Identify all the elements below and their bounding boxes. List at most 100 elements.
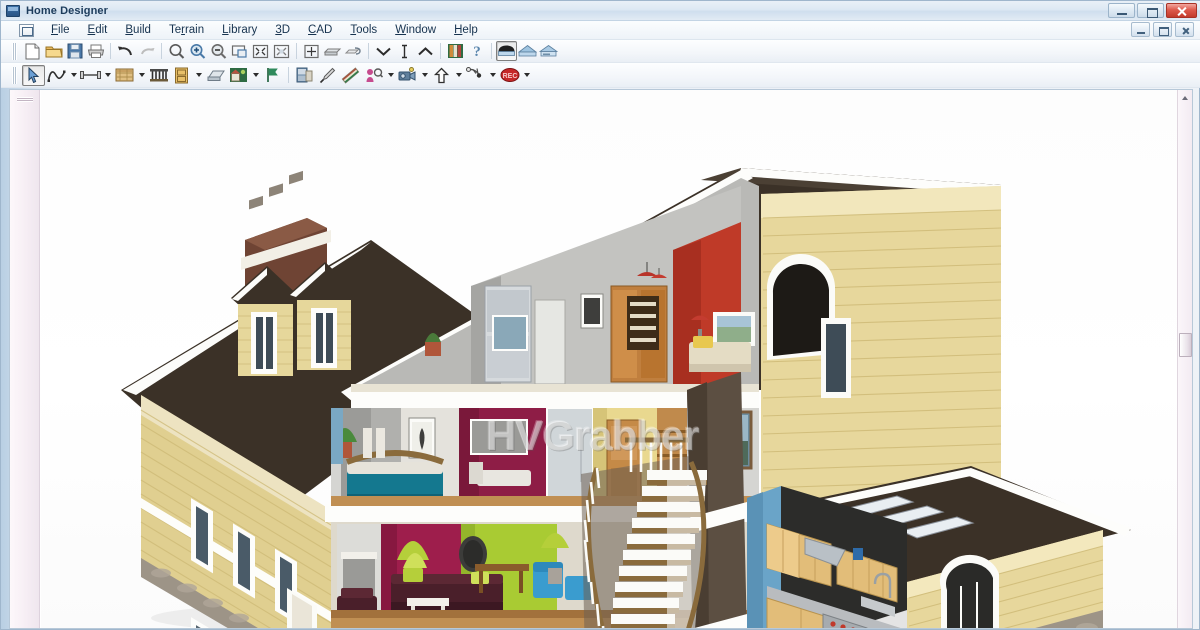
spline-button[interactable] (45, 65, 68, 86)
room-tools-dropdown-arrow-icon[interactable] (250, 65, 261, 85)
scrollbar-thumb[interactable] (1179, 333, 1192, 357)
center-view-button[interactable] (301, 41, 322, 61)
menu-item-tools[interactable]: Tools (341, 23, 386, 37)
toolbar-separator (110, 43, 111, 59)
foundation-button[interactable] (261, 65, 284, 86)
svg-text:REC: REC (502, 73, 517, 80)
menu-label-3d: D (281, 24, 291, 36)
zoom-in-button[interactable] (187, 41, 208, 61)
door-tools-dropdown-arrow-icon[interactable] (193, 65, 204, 85)
toolbar-separator (288, 67, 289, 83)
open-plan-button[interactable] (43, 41, 64, 61)
toolbar-separator (296, 43, 297, 59)
application-window: Home Designer File Edit Build Terrain Li… (0, 0, 1200, 630)
menu-item-terrain[interactable]: Terrain (160, 23, 213, 37)
undo-zoom-button[interactable] (229, 41, 250, 61)
spline-dropdown-arrow-icon[interactable] (68, 65, 79, 85)
print-button[interactable] (85, 41, 106, 61)
camera-tools-dropdown-arrow-icon[interactable] (419, 65, 430, 85)
floor-down-button[interactable] (322, 41, 343, 61)
dimension-button[interactable] (79, 65, 102, 86)
window-frame: Home Designer File Edit Build Terrain Li… (0, 0, 1200, 630)
left-vertical-toolbar[interactable] (10, 90, 40, 628)
record-dropdown-arrow-icon[interactable] (521, 65, 532, 85)
menu-item-cad[interactable]: CAD (299, 23, 341, 37)
redo-button[interactable] (136, 41, 157, 61)
toolbar-separator (161, 43, 162, 59)
fill-window-button[interactable] (250, 41, 271, 61)
full-camera-button[interactable] (496, 41, 517, 61)
standard-toolbar: ? (1, 40, 1200, 63)
cabinet-tools-button[interactable] (293, 65, 316, 86)
help-button[interactable]: ? (466, 41, 487, 61)
menu-item-help[interactable]: Help (445, 23, 487, 37)
dimension-dropdown-arrow-icon[interactable] (102, 65, 113, 85)
eyedropper-button[interactable] (316, 65, 339, 86)
wall-tools-button[interactable] (113, 65, 136, 86)
library-browser-button[interactable] (445, 41, 466, 61)
stair-tools-dropdown-arrow-icon[interactable] (453, 65, 464, 85)
scroll-up-arrow-icon[interactable] (1178, 90, 1192, 104)
menu-item-file[interactable]: File (42, 23, 79, 37)
room-tools-button[interactable] (227, 65, 250, 86)
menu-label-tools: ools (356, 24, 378, 36)
menu-item-window[interactable]: Window (386, 23, 445, 37)
window-controls (1108, 3, 1197, 18)
door-tools-button[interactable] (170, 65, 193, 86)
camera-tools-button[interactable] (396, 65, 419, 86)
drag-grip-icon[interactable] (17, 97, 33, 102)
doll-house-view-button[interactable] (538, 41, 559, 61)
vertical-scrollbar[interactable] (1177, 90, 1192, 628)
toolbar-separator (491, 43, 492, 59)
light-tools-button[interactable] (464, 65, 487, 86)
3d-view-canvas[interactable]: HVGrabber (41, 90, 1178, 628)
railing-button[interactable] (147, 65, 170, 86)
plan-view-document: HVGrabber (9, 89, 1193, 629)
toolbar-separator (440, 43, 441, 59)
svg-text:?: ? (473, 44, 481, 59)
undo-button[interactable] (115, 41, 136, 61)
reference-display-button[interactable] (343, 41, 364, 61)
toolbar-separator (368, 43, 369, 59)
menu-item-edit[interactable]: Edit (79, 23, 117, 37)
menu-bar: File Edit Build Terrain Library 3D CAD T… (1, 21, 1200, 40)
menu-label-edit: dit (95, 24, 108, 36)
mdi-close-button[interactable] (1175, 22, 1194, 37)
menu-label-file: ile (58, 24, 70, 36)
title-bar: Home Designer (1, 1, 1200, 21)
down-one-floor-button[interactable] (373, 41, 394, 61)
overview-button[interactable] (517, 41, 538, 61)
menu-label-help: elp (462, 24, 478, 36)
plant-tools-button[interactable] (362, 65, 385, 86)
menu-item-3d[interactable]: 3D (266, 23, 299, 37)
menu-label-cad: AD (316, 24, 333, 36)
wall-tools-dropdown-arrow-icon[interactable] (136, 65, 147, 85)
minimize-button[interactable] (1108, 3, 1135, 18)
plant-tools-dropdown-arrow-icon[interactable] (385, 65, 396, 85)
document-menu-icon[interactable] (19, 23, 34, 37)
toolbar-grip-icon[interactable] (12, 66, 17, 84)
mdi-minimize-button[interactable] (1131, 22, 1150, 37)
app-window-icon (6, 4, 20, 17)
menu-label-library: ibrary (228, 24, 258, 36)
toolbar-grip-icon[interactable] (12, 42, 17, 60)
zoom-button[interactable] (166, 41, 187, 61)
stair-tools-button[interactable] (430, 65, 453, 86)
current-floor-button[interactable] (394, 41, 415, 61)
new-plan-button[interactable] (22, 41, 43, 61)
fill-window-building-button[interactable] (271, 41, 292, 61)
record-button[interactable]: REC (498, 65, 521, 86)
menu-item-build[interactable]: Build (116, 23, 160, 37)
maximize-button[interactable] (1137, 3, 1164, 18)
window-tools-button[interactable] (204, 65, 227, 86)
3d-house-render (121, 168, 1131, 628)
save-plan-button[interactable] (64, 41, 85, 61)
select-objects-button[interactable] (22, 64, 45, 86)
mdi-restore-button[interactable] (1153, 22, 1172, 37)
material-button[interactable] (339, 65, 362, 86)
menu-item-library[interactable]: Library (213, 23, 266, 37)
close-button[interactable] (1166, 3, 1197, 18)
up-one-floor-button[interactable] (415, 41, 436, 61)
light-tools-dropdown-arrow-icon[interactable] (487, 65, 498, 85)
zoom-out-button[interactable] (208, 41, 229, 61)
